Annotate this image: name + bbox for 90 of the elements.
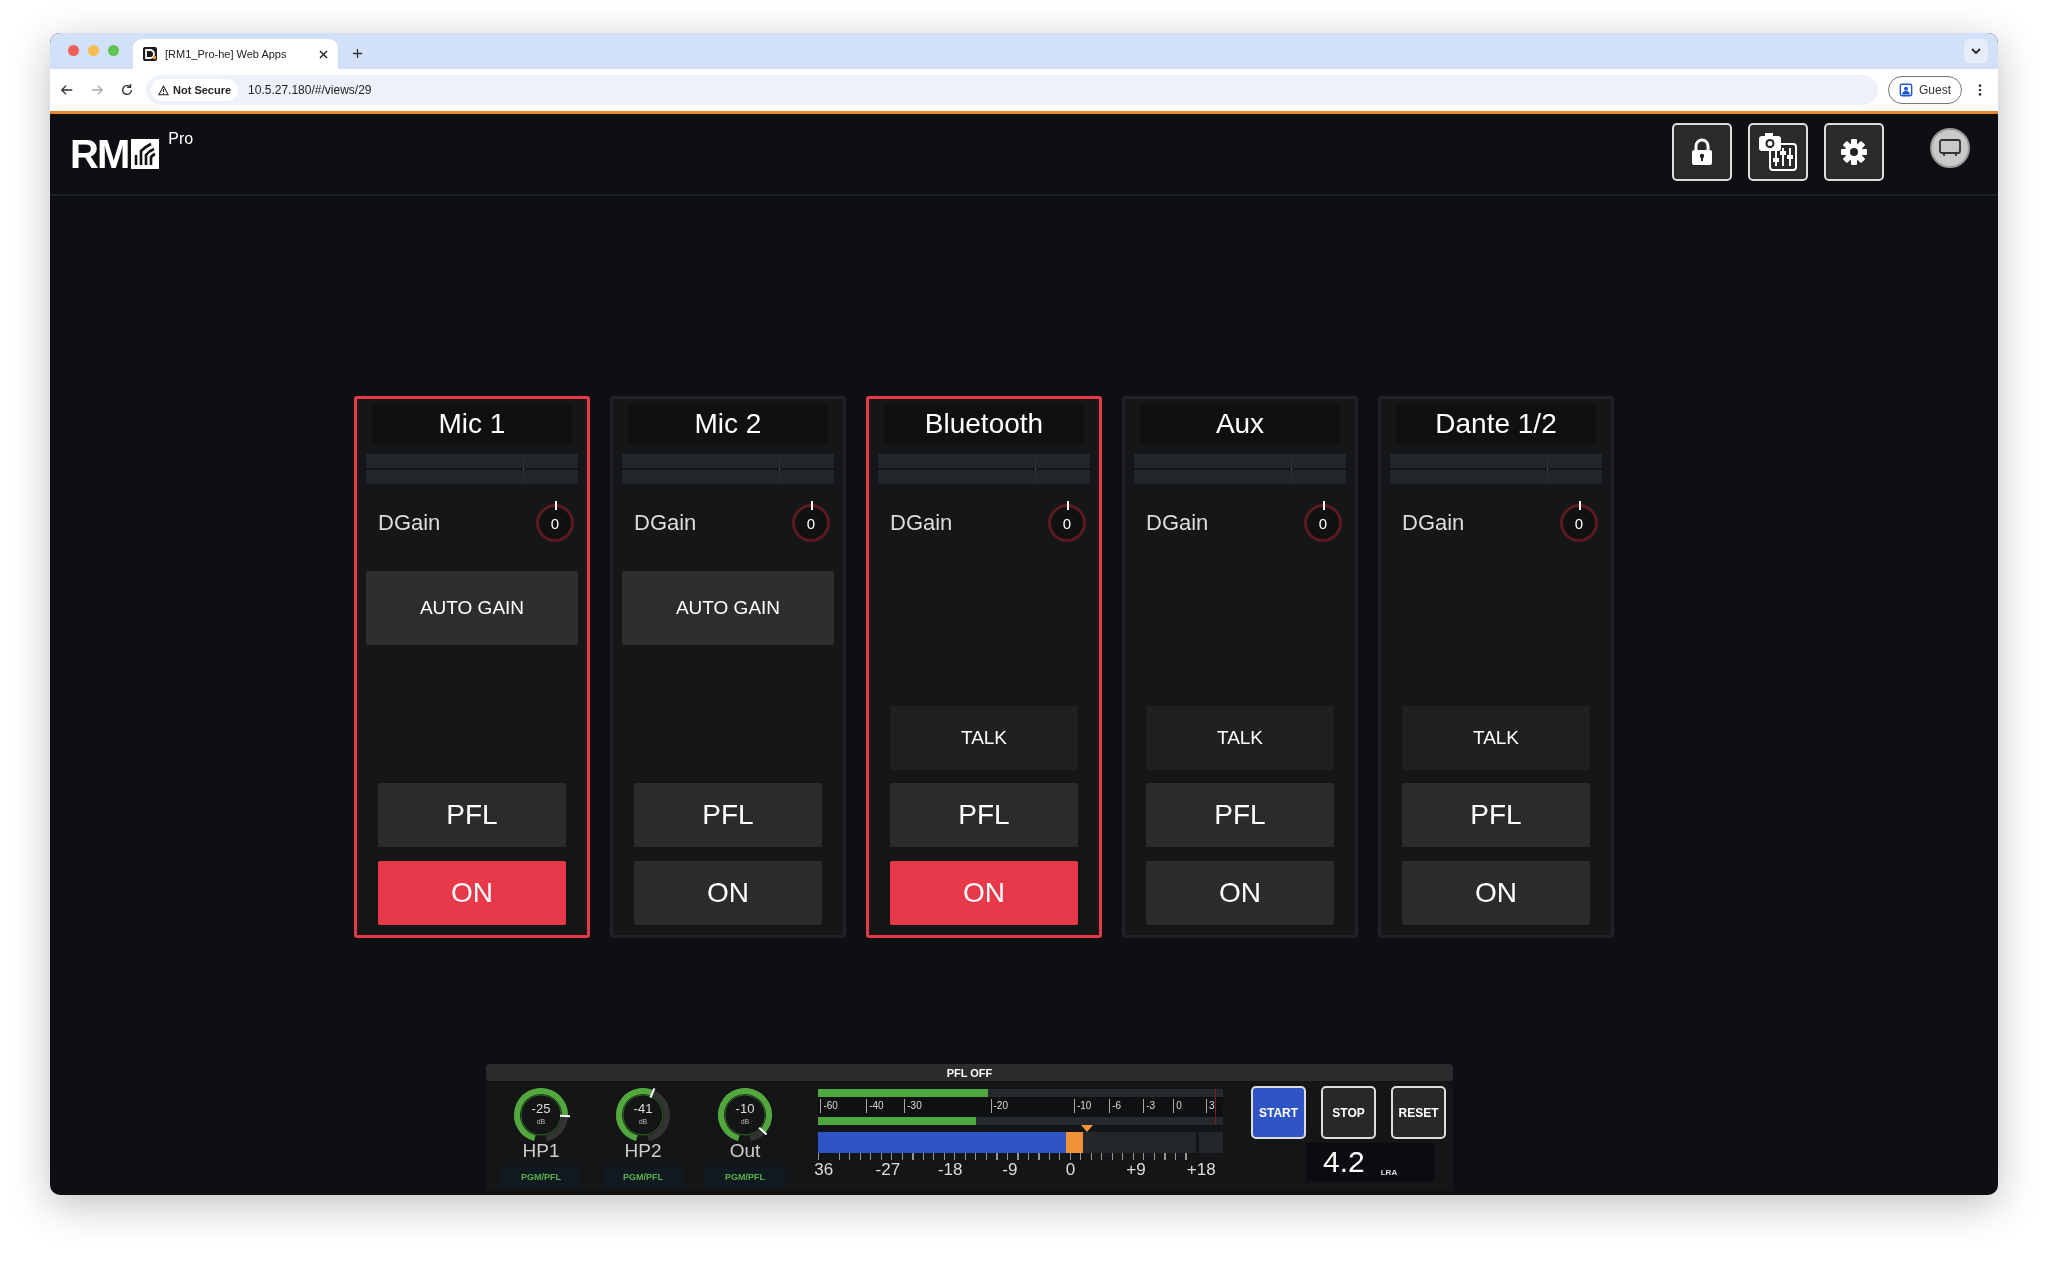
gain-label: DGain <box>890 510 953 536</box>
scale-label: -40 <box>866 1099 884 1113</box>
lock-icon <box>1690 138 1714 166</box>
reload-icon[interactable] <box>120 83 134 97</box>
gain-knob[interactable]: 0 <box>792 504 830 542</box>
new-tab-icon[interactable] <box>352 48 363 59</box>
scale-label: -27 <box>875 1160 901 1180</box>
scale-label: 36 <box>814 1160 834 1180</box>
channel-strip[interactable]: Mic 1 DGain 0 AUTO GAIN PFL ON <box>354 396 590 938</box>
back-icon[interactable] <box>60 83 74 97</box>
gain-knob[interactable]: 0 <box>1304 504 1342 542</box>
on-button[interactable]: ON <box>378 861 566 925</box>
edition-text: Pro <box>168 130 194 148</box>
security-chip[interactable]: Not Secure <box>151 79 239 101</box>
pfl-button[interactable]: PFL <box>890 783 1078 847</box>
scale-label: +18 <box>1186 1160 1216 1180</box>
scale-label: -10 <box>1073 1099 1092 1113</box>
talk-button[interactable]: TALK <box>890 706 1078 770</box>
pfl-button[interactable]: PFL <box>378 783 566 847</box>
scale-label: -3 <box>1143 1099 1156 1113</box>
on-button[interactable]: ON <box>634 861 822 925</box>
person-icon <box>1899 83 1913 97</box>
source-label[interactable]: PGM/PFL <box>501 1167 581 1187</box>
channel-name: Aux <box>1140 405 1340 443</box>
close-icon[interactable] <box>319 49 328 59</box>
knob-value: -10 <box>734 1101 756 1116</box>
meter-control-button[interactable]: RESET <box>1391 1086 1446 1139</box>
auto-gain-button[interactable]: AUTO GAIN <box>622 571 834 645</box>
warning-icon <box>158 84 169 96</box>
knob-value: -25 <box>530 1101 552 1116</box>
on-button[interactable]: ON <box>890 861 1078 925</box>
address-bar[interactable]: Not Secure 10.5.27.180/#/views/29 <box>146 75 1878 105</box>
scale-label: 0 <box>1065 1160 1076 1180</box>
channel-strip[interactable]: Mic 2 DGain 0 AUTO GAIN PFL ON <box>610 396 846 938</box>
source-label[interactable]: PGM/PFL <box>603 1167 683 1187</box>
browser-tab[interactable]: [RM1_Pro-he] Web Apps <box>133 39 338 69</box>
scale-label: -20 <box>990 1099 1008 1113</box>
gain-label: DGain <box>378 510 441 536</box>
gain-label: DGain <box>1402 510 1465 536</box>
scale-label: 0 <box>1173 1099 1182 1113</box>
lra-unit: LRA <box>1380 1168 1398 1177</box>
on-button[interactable]: ON <box>1146 861 1334 925</box>
pfl-button[interactable]: PFL <box>1146 783 1334 847</box>
channel-strip[interactable]: Bluetooth DGain 0 TALK PFL ON <box>866 396 1102 938</box>
lock-button[interactable] <box>1672 123 1732 181</box>
more-icon[interactable] <box>1978 83 1982 97</box>
scale-label: -6 <box>1109 1099 1122 1113</box>
channel-name: Mic 1 <box>372 405 572 443</box>
meter-control-button[interactable]: STOP <box>1321 1086 1376 1139</box>
settings-button[interactable] <box>1824 123 1884 181</box>
gain-label: DGain <box>1146 510 1209 536</box>
scale-label: -30 <box>904 1099 922 1113</box>
talk-button[interactable]: TALK <box>1146 706 1334 770</box>
knob-value: -41 <box>632 1101 654 1116</box>
auto-gain-button[interactable]: AUTO GAIN <box>366 571 578 645</box>
channel-strip[interactable]: Dante 1/2 DGain 0 TALK PFL ON <box>1378 396 1614 938</box>
gain-knob[interactable]: 0 <box>1048 504 1086 542</box>
gain-label: DGain <box>634 510 697 536</box>
logo-mark-icon <box>131 139 160 169</box>
channel-strip[interactable]: Aux DGain 0 TALK PFL ON <box>1122 396 1358 938</box>
scale-label: -9 <box>1002 1160 1018 1180</box>
source-label[interactable]: PGM/PFL <box>705 1167 785 1187</box>
display-button[interactable] <box>1930 128 1970 168</box>
knob-label: Out <box>729 1141 761 1161</box>
chevron-down-icon[interactable] <box>1964 39 1988 63</box>
scale-label: +9 <box>1126 1160 1146 1180</box>
logo-text: RM <box>70 134 129 174</box>
on-button[interactable]: ON <box>1402 861 1590 925</box>
lra-value: 4.2 <box>1323 1147 1365 1177</box>
gain-knob[interactable]: 0 <box>1560 504 1598 542</box>
url-text: 10.5.27.180/#/views/29 <box>248 83 372 97</box>
gain-knob[interactable]: 0 <box>536 504 574 542</box>
channel-name: Bluetooth <box>884 405 1084 443</box>
channel-name: Mic 2 <box>628 405 828 443</box>
tab-title: [RM1_Pro-he] Web Apps <box>165 48 288 60</box>
camera-sliders-icon <box>1756 130 1800 174</box>
app-logo-icon <box>143 47 157 61</box>
channel-name: Dante 1/2 <box>1396 405 1596 443</box>
pfl-button[interactable]: PFL <box>1402 783 1590 847</box>
knob-label: HP1 <box>522 1141 560 1161</box>
snapshot-mixer-button[interactable] <box>1748 123 1808 181</box>
pfl-button[interactable]: PFL <box>634 783 822 847</box>
knob-label: HP2 <box>624 1141 662 1161</box>
pfl-status: PFL OFF <box>946 1066 993 1079</box>
scale-label: -60 <box>820 1099 838 1113</box>
monitor-icon <box>1939 139 1961 157</box>
meter-control-button[interactable]: START <box>1251 1086 1306 1139</box>
talk-button[interactable]: TALK <box>1402 706 1590 770</box>
scale-label: -18 <box>937 1160 963 1180</box>
scale-label: 3 <box>1206 1099 1215 1113</box>
